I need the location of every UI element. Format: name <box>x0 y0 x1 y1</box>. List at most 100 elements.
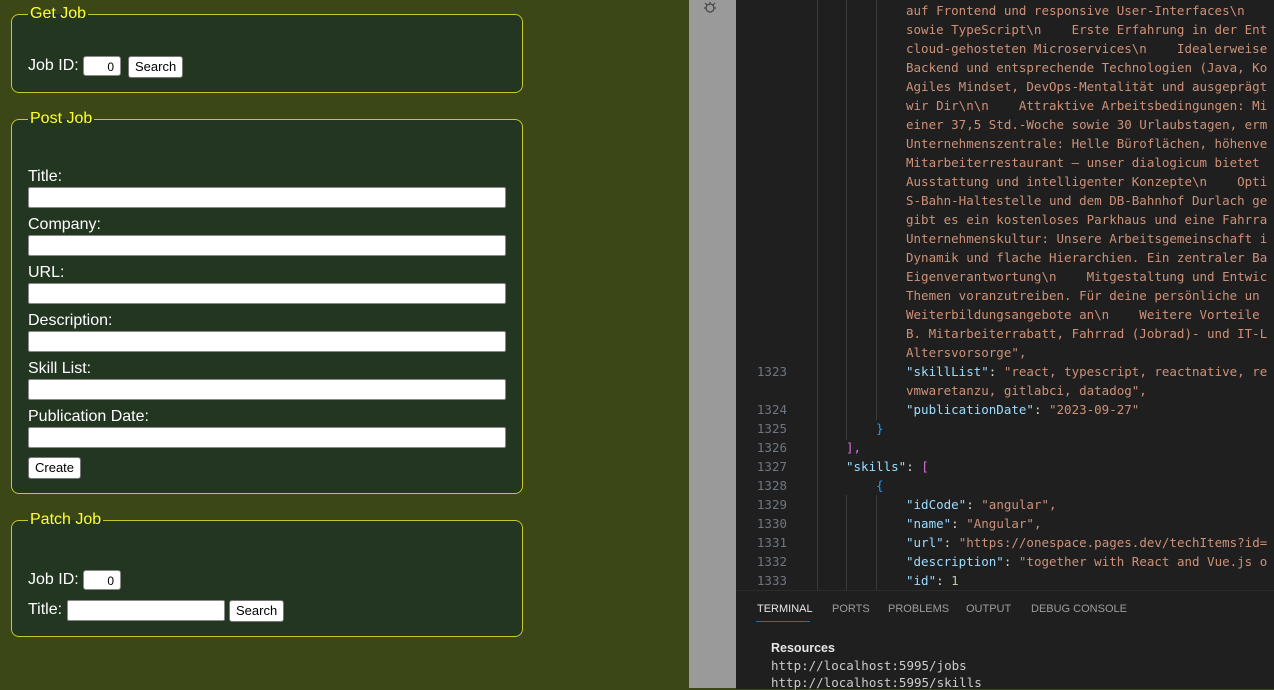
string-text: Eigenverantwortung\n Mitgestaltung und E… <box>906 269 1268 284</box>
json-string-value: vmwaretanzu, gitlabci, datadog", <box>906 383 1147 398</box>
code-line: sowie TypeScript\n Erste Erfahrung in de… <box>736 20 1274 39</box>
code-text: "url": "https://onespace.pages.dev/techI… <box>906 533 1267 552</box>
code-text: } <box>876 419 884 438</box>
code-line: 1331 "url": "https://onespace.pages.dev/t… <box>736 533 1274 552</box>
code-line: Weiterbildungsangebote an\n Weitere Vort… <box>736 305 1274 324</box>
json-string-value: "https://onespace.pages.dev/techItems?id… <box>958 535 1268 550</box>
url-label: URL: <box>28 264 65 281</box>
code-line: B. Mitarbeiterrabatt, Fahrrad (Jobrad)- … <box>736 324 1274 343</box>
url-input[interactable] <box>28 283 506 304</box>
publication-date-input[interactable] <box>28 427 506 448</box>
tab-output[interactable]: OUTPUT <box>966 603 1011 615</box>
json-string-value: "angular", <box>981 497 1057 512</box>
line-number: 1332 <box>756 554 787 569</box>
post-job-fieldset: Post Job Title: Company: URL: Descriptio… <box>11 110 523 494</box>
code-text: { <box>876 476 884 495</box>
tab-ports[interactable]: PORTS <box>832 603 870 615</box>
code-line: Unternehmenskultur: Unsere Arbeitsgemein… <box>736 229 1274 248</box>
string-text: Agiles Mindset, DevOps-Mentalität und au… <box>906 79 1268 94</box>
code-line: 1328 { <box>736 476 1274 495</box>
string-text: cloud-gehosteten Microservices\n Idealer… <box>906 41 1268 56</box>
code-line: 1323 "skillList": "react, typescript, rea… <box>736 362 1274 381</box>
skill-list-input[interactable] <box>28 379 506 400</box>
get-job-id-label: Job ID: <box>28 57 79 74</box>
code-line: auf Frontend und responsive User-Interfa… <box>736 1 1274 20</box>
code-text: ], <box>846 438 861 457</box>
patch-job-id-label: Job ID: <box>28 571 79 588</box>
code-line: 1329 "idCode": "angular", <box>736 495 1274 514</box>
get-job-id-input[interactable]: 0 <box>83 56 121 76</box>
description-label: Description: <box>28 312 113 329</box>
code-line: Unternehmenszentrale: Helle Büroflächen,… <box>736 134 1274 153</box>
string-text: wir Dir\n\n Attraktive Arbeitsbedingunge… <box>906 98 1268 113</box>
bottom-panel: TERMINAL PORTS PROBLEMS OUTPUT DEBUG CON… <box>736 590 1274 690</box>
code-text: "skillList": "react, typescript, reactna… <box>906 362 1267 381</box>
company-input[interactable] <box>28 235 506 256</box>
line-number: 1330 <box>756 516 787 531</box>
line-number: 1325 <box>756 421 787 436</box>
json-number-value: 1 <box>951 573 959 588</box>
code-line: 1330 "name": "Angular", <box>736 514 1274 533</box>
patch-title-input[interactable] <box>67 600 225 621</box>
json-key: "url" <box>906 535 944 550</box>
json-key: "skillList" <box>906 364 989 379</box>
string-text: gibt es ein kostenloses Parkhaus und ein… <box>906 212 1268 227</box>
json-separator: : <box>1003 554 1019 569</box>
patch-search-button[interactable]: Search <box>229 600 285 622</box>
code-line: vmwaretanzu, gitlabci, datadog", <box>736 381 1274 400</box>
get-job-search-button[interactable]: Search <box>128 56 184 78</box>
code-line: 1325} <box>736 419 1274 438</box>
json-bracket: [ <box>921 459 929 474</box>
tab-debug-console[interactable]: DEBUG CONSOLE <box>1031 603 1127 615</box>
string-text: Ausstattung und intelligenter Konzepte\n… <box>906 174 1268 189</box>
tab-problems[interactable]: PROBLEMS <box>888 603 949 615</box>
json-separator: : <box>906 459 922 474</box>
code-text: vmwaretanzu, gitlabci, datadog", <box>906 381 1147 400</box>
code-line: Dynamik und flache Hierarchien. Ein zent… <box>736 248 1274 267</box>
tab-terminal[interactable]: TERMINAL <box>757 603 813 615</box>
code-line: wir Dir\n\n Attraktive Arbeitsbedingunge… <box>736 96 1274 115</box>
line-number: 1326 <box>756 440 787 455</box>
editor-activity-gutter <box>689 0 736 688</box>
line-number: 1323 <box>756 364 787 379</box>
code-line: Altersvorsorge", <box>736 343 1274 362</box>
json-key: "skills" <box>846 459 907 474</box>
json-string-value: "together with React and Vue.js o <box>1018 554 1268 569</box>
terminal-line[interactable]: http://localhost:5995/jobs <box>771 658 967 673</box>
json-key: "name" <box>906 516 952 531</box>
terminal-heading: Resources <box>771 641 835 655</box>
line-number: 1327 <box>756 459 787 474</box>
string-text: sowie TypeScript\n Erste Erfahrung in de… <box>906 22 1268 37</box>
json-key: "description" <box>906 554 1004 569</box>
debug-icon[interactable] <box>703 0 717 17</box>
code-line: 1326], <box>736 438 1274 457</box>
title-input[interactable] <box>28 187 506 208</box>
code-line: Eigenverantwortung\n Mitgestaltung und E… <box>736 267 1274 286</box>
line-number: 1324 <box>756 402 787 417</box>
code-line: 1332 "description": "together with React … <box>736 552 1274 571</box>
get-job-legend: Get Job <box>30 5 87 22</box>
code-line: gibt es ein kostenloses Parkhaus und ein… <box>736 210 1274 229</box>
json-string-value: "2023-09-27" <box>1049 402 1140 417</box>
code-editor[interactable]: auf Frontend und responsive User-Interfa… <box>736 0 1274 590</box>
json-bracket: } <box>876 421 884 436</box>
string-text: Weiterbildungsangebote an\n Weitere Vort… <box>906 307 1260 322</box>
json-separator: : <box>1033 402 1049 417</box>
json-separator: : <box>943 535 959 550</box>
code-line: cloud-gehosteten Microservices\n Idealer… <box>736 39 1274 58</box>
title-label: Title: <box>28 168 63 185</box>
string-text: B. Mitarbeiterrabatt, Fahrrad (Jobrad)- … <box>906 326 1268 341</box>
code-line: Agiles Mindset, DevOps-Mentalität und au… <box>736 77 1274 96</box>
string-text: Mitarbeiterrestaurant – unser dialogicum… <box>906 155 1260 170</box>
code-line: Backend und entsprechende Technologien (… <box>736 58 1274 77</box>
json-string-value: "react, typescript, reactnative, re <box>1003 364 1268 379</box>
patch-job-id-input[interactable]: 0 <box>83 570 121 590</box>
create-button[interactable]: Create <box>28 457 82 479</box>
patch-title-label: Title: <box>28 601 63 618</box>
code-line: S-Bahn-Haltestelle und dem DB-Bahnhof Du… <box>736 191 1274 210</box>
description-input[interactable] <box>28 331 506 352</box>
company-label: Company: <box>28 216 101 233</box>
string-text: S-Bahn-Haltestelle und dem DB-Bahnhof Du… <box>906 193 1268 208</box>
json-key: "idCode" <box>906 497 967 512</box>
code-text: "name": "Angular", <box>906 514 1041 533</box>
